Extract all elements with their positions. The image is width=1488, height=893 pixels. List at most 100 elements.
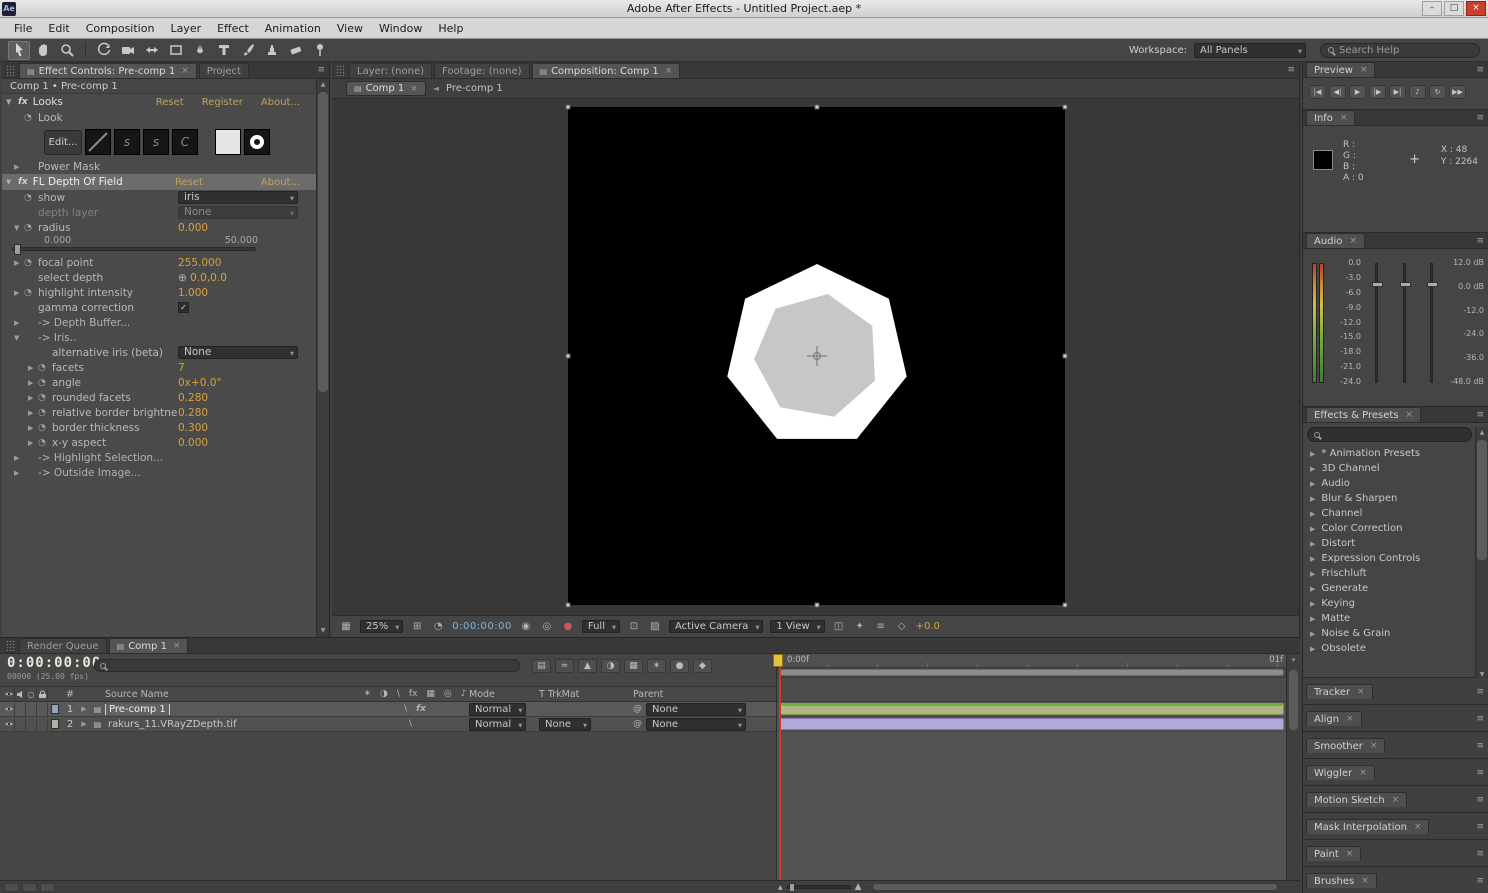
close-tab-icon[interactable]: ×	[173, 641, 181, 651]
look-thumbnail[interactable]: C	[172, 129, 198, 155]
stopwatch-icon[interactable]: ◔	[24, 193, 38, 203]
close-tab-icon[interactable]: ×	[1392, 795, 1400, 805]
zoom-in-icon[interactable]: ▲	[855, 882, 862, 892]
selection-handle[interactable]	[814, 603, 819, 608]
effect-param-row[interactable]: ▶ ◔ rounded facets 0.280	[2, 390, 316, 405]
switch-column-icon[interactable]: \	[397, 689, 400, 699]
tab-comp-timeline[interactable]: ▤ Comp 1 ×	[109, 638, 189, 653]
solo-toggle[interactable]	[26, 718, 37, 731]
effects-category-item[interactable]: ▶ 3D Channel	[1303, 461, 1488, 476]
twirl-icon[interactable]: ▶	[1310, 480, 1315, 488]
timeline-toolbar-icon[interactable]: ◑	[601, 659, 620, 673]
param-value[interactable]: 7	[178, 362, 185, 374]
twirl-icon[interactable]: ▶	[1310, 495, 1315, 503]
scrollbar-thumb[interactable]	[1477, 440, 1487, 560]
effect-param-row[interactable]: ▶ ◔ border thickness 0.300	[2, 420, 316, 435]
twirl-icon[interactable]: ▶	[14, 454, 24, 462]
param-value[interactable]: 0.300	[178, 422, 208, 434]
view-layout-select[interactable]: 1 View	[770, 620, 824, 633]
quality-switch[interactable]: \	[404, 704, 407, 714]
about-link[interactable]: About...	[261, 177, 300, 188]
switch-column-icon[interactable]: ▦	[426, 689, 435, 699]
first-frame-button[interactable]: |◀	[1309, 85, 1326, 99]
layer-duration-bar[interactable]	[779, 718, 1284, 730]
timeline-toolbar-icon[interactable]: ●	[670, 659, 689, 673]
effects-category-item[interactable]: ▶ Generate	[1303, 581, 1488, 596]
parent-select[interactable]: None	[646, 718, 746, 731]
blend-mode-select[interactable]: Normal	[469, 703, 526, 716]
close-tab-icon[interactable]: ×	[1346, 849, 1354, 859]
eraser-tool[interactable]	[285, 41, 307, 60]
effect-param-row[interactable]: ▶ ◔ focal point 255.000	[2, 255, 316, 270]
effect-param-row[interactable]: ▶ ◔ highlight intensity 1.000	[2, 285, 316, 300]
twirl-down-icon[interactable]: ▼	[6, 178, 17, 186]
collapsed-panel[interactable]: Paint × ≡	[1303, 840, 1488, 867]
collapsed-panel-tab[interactable]: Motion Sketch ×	[1306, 792, 1407, 807]
next-frame-button[interactable]: |▶	[1369, 85, 1386, 99]
effect-param-row[interactable]: ▶ -> Depth Buffer...	[2, 315, 316, 330]
comp-marker-icon[interactable]: ▾	[1287, 656, 1300, 664]
pickwhip-icon[interactable]: @	[633, 704, 642, 714]
effect-param-row[interactable]: ▶ ◔ facets 7	[2, 360, 316, 375]
close-tab-icon[interactable]: ×	[1349, 236, 1357, 246]
reset-link[interactable]: Reset	[175, 177, 203, 188]
stopwatch-icon[interactable]: ◔	[38, 378, 52, 388]
zoom-out-icon[interactable]: ▲	[778, 884, 783, 891]
scrollbar-thumb[interactable]	[1289, 670, 1298, 730]
effects-category-item[interactable]: ▶ * Animation Presets	[1303, 446, 1488, 461]
look-thumbnail[interactable]: s	[143, 129, 169, 155]
grid-guides-icon[interactable]: ⊞	[410, 621, 424, 632]
pan-behind-tool[interactable]	[141, 41, 163, 60]
composition-canvas[interactable]	[568, 107, 1065, 605]
twirl-icon[interactable]: ▶	[14, 289, 24, 297]
effect-param-row[interactable]: ▶ ◔ x-y aspect 0.000	[2, 435, 316, 450]
expand-in-out-button[interactable]	[40, 883, 55, 892]
panel-menu-icon[interactable]: ≡	[1476, 876, 1484, 886]
close-button[interactable]: ×	[1466, 1, 1486, 16]
close-tab-icon[interactable]: ×	[1406, 410, 1414, 420]
look-thumbnail-diagonal[interactable]	[85, 129, 111, 155]
radius-slider[interactable]	[12, 247, 256, 251]
param-value[interactable]: 0.280	[178, 407, 208, 419]
puppet-pin-tool[interactable]	[309, 41, 331, 60]
param-value[interactable]: None	[178, 346, 298, 359]
twirl-icon[interactable]: ▶	[14, 469, 24, 477]
menu-item[interactable]: Edit	[40, 22, 77, 35]
layer-name[interactable]: Pre-comp 1	[105, 704, 170, 715]
selection-handle[interactable]	[814, 105, 819, 110]
timeline-toolbar-icon[interactable]: ✶	[647, 659, 666, 673]
register-link[interactable]: Register	[202, 97, 243, 108]
switch-column-icon[interactable]: ♪	[461, 689, 467, 699]
fx-switch[interactable]: fx	[416, 704, 426, 714]
transparency-grid-icon[interactable]: ▦	[339, 621, 353, 632]
expand-layer-switches-button[interactable]	[4, 883, 19, 892]
minimize-button[interactable]: –	[1422, 1, 1442, 16]
magnification-select[interactable]: 25%	[360, 620, 403, 633]
pixel-aspect-icon[interactable]: ◫	[832, 621, 846, 632]
twirl-icon[interactable]: ▶	[1310, 450, 1315, 458]
tab-info[interactable]: Info×	[1306, 110, 1355, 125]
about-link[interactable]: About...	[261, 97, 300, 108]
tab-effect-controls[interactable]: ▤ Effect Controls: Pre-comp 1 ×	[19, 63, 197, 78]
current-time-display[interactable]: 0:00:00:00 00000 (25.00 fps)	[7, 655, 101, 681]
menu-item[interactable]: Effect	[209, 22, 257, 35]
layer-row[interactable]: 2 ▶ ▤ rakurs_11.VRayZDepth.tif \ Normal …	[0, 717, 776, 732]
panel-grip-icon[interactable]	[336, 65, 345, 76]
twirl-icon[interactable]: ▶	[1310, 630, 1315, 638]
close-tab-icon[interactable]: ×	[410, 84, 418, 94]
timeline-toolbar-icon[interactable]: ▲	[578, 659, 597, 673]
close-tab-icon[interactable]: ×	[1357, 687, 1365, 697]
twirl-icon[interactable]: ▶	[1310, 540, 1315, 548]
effect-param-row[interactable]: depth layer None	[2, 205, 316, 220]
twirl-icon[interactable]: ▶	[28, 379, 38, 387]
twirl-icon[interactable]: ▶	[1310, 600, 1315, 608]
collapsed-panel[interactable]: Motion Sketch × ≡	[1303, 786, 1488, 813]
trkmat-select[interactable]: None	[539, 718, 591, 731]
audio-toggle[interactable]	[15, 718, 26, 731]
panel-menu-icon[interactable]: ≡	[1476, 795, 1484, 805]
menu-item[interactable]: Help	[430, 22, 471, 35]
panel-menu-icon[interactable]: ≡	[1476, 687, 1484, 697]
collapsed-panel-tab[interactable]: Wiggler ×	[1306, 765, 1375, 780]
label-swatch[interactable]	[51, 719, 59, 729]
close-tab-icon[interactable]: ×	[665, 66, 673, 76]
